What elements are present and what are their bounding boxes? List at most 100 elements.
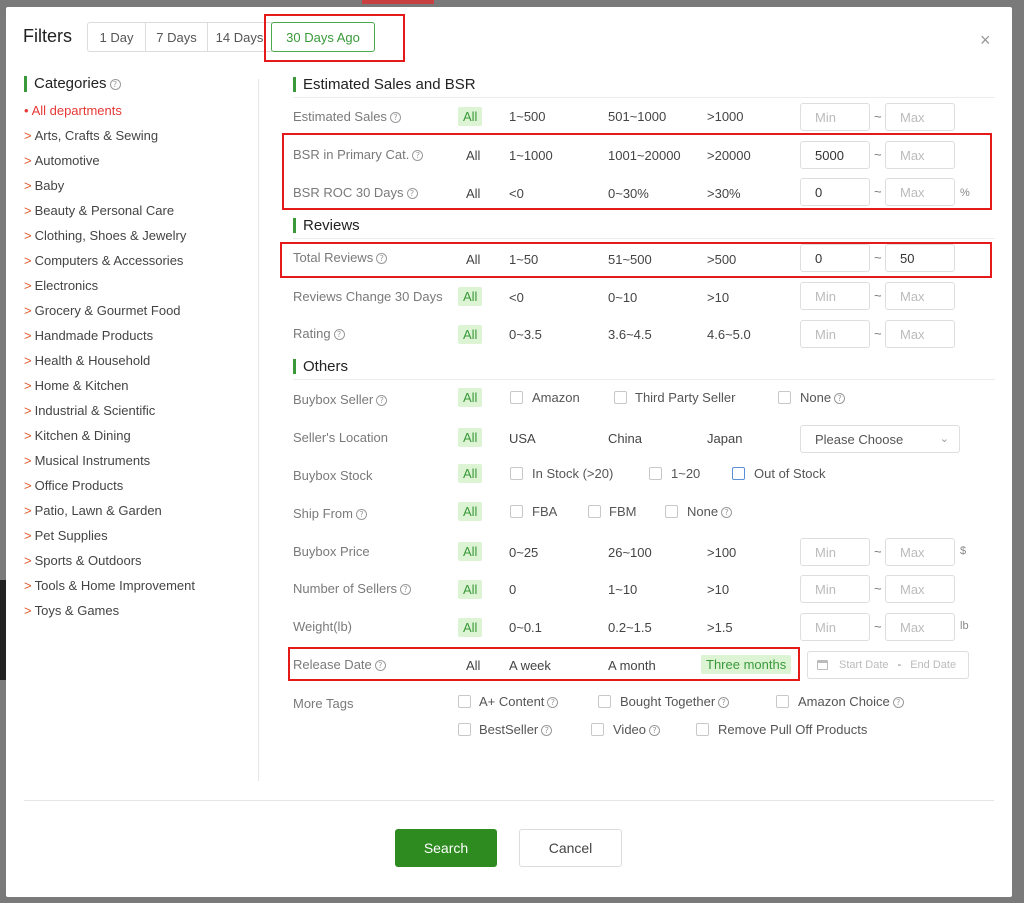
option-range[interactable]: 26~100 <box>608 545 652 560</box>
category-item[interactable]: > Kitchen & Dining <box>24 426 195 451</box>
checkbox-label[interactable]: Out of Stock <box>754 466 826 481</box>
option-range[interactable]: 1~10 <box>608 582 637 597</box>
category-item[interactable]: > Pet Supplies <box>24 526 195 551</box>
option-range[interactable]: 0~30% <box>608 186 649 201</box>
option-range[interactable]: 51~500 <box>608 252 652 267</box>
option-all[interactable]: All <box>466 252 480 267</box>
option-range[interactable]: 1~500 <box>509 109 546 124</box>
checkbox-label[interactable]: Amazon <box>532 390 580 405</box>
bsr-primary-max-input[interactable]: Max <box>885 141 955 169</box>
option-range[interactable]: 1001~20000 <box>608 148 681 163</box>
checkbox-bestseller[interactable] <box>458 723 471 736</box>
category-item[interactable]: • All departments <box>24 101 195 126</box>
checkbox-label[interactable]: In Stock (>20) <box>532 466 613 481</box>
checkbox-1-20[interactable] <box>649 467 662 480</box>
weight-max-input[interactable]: Max <box>885 613 955 641</box>
range-30-days-ago[interactable]: 30 Days Ago <box>271 22 375 52</box>
option-range[interactable]: 0~3.5 <box>509 327 542 342</box>
checkbox-label[interactable]: FBA <box>532 504 557 519</box>
option-range[interactable]: 3.6~4.5 <box>608 327 652 342</box>
checkbox-fba[interactable] <box>510 505 523 518</box>
total-reviews-min-input[interactable]: 0 <box>800 244 870 272</box>
option-range[interactable]: >20000 <box>707 148 751 163</box>
checkbox-label[interactable]: Amazon Choice? <box>798 694 904 709</box>
checkbox-ship-none[interactable] <box>665 505 678 518</box>
option-range[interactable]: 0.2~1.5 <box>608 620 652 635</box>
category-item[interactable]: > Beauty & Personal Care <box>24 201 195 226</box>
option-range[interactable]: <0 <box>509 186 524 201</box>
option-all[interactable]: All <box>458 464 483 483</box>
range-1-day[interactable]: 1 Day <box>87 22 146 52</box>
option-range[interactable]: 0 <box>509 582 516 597</box>
checkbox-none[interactable] <box>778 391 791 404</box>
option-location[interactable]: USA <box>509 431 536 446</box>
checkbox-label[interactable]: A+ Content? <box>479 694 559 709</box>
option-period[interactable]: A week <box>509 658 551 673</box>
option-all[interactable]: All <box>458 428 483 447</box>
weight-min-input[interactable]: Min <box>800 613 870 641</box>
option-range[interactable]: >10 <box>707 582 729 597</box>
checkbox-label[interactable]: Remove Pull Off Products <box>718 722 867 737</box>
bsr-roc-max-input[interactable]: Max <box>885 178 955 206</box>
bsr-roc-min-input[interactable]: 0 <box>800 178 870 206</box>
category-item[interactable]: > Patio, Lawn & Garden <box>24 501 195 526</box>
category-item[interactable]: > Office Products <box>24 476 195 501</box>
total-reviews-max-input[interactable]: 50 <box>885 244 955 272</box>
option-all[interactable]: All <box>458 580 483 599</box>
option-range[interactable]: 4.6~5.0 <box>707 327 751 342</box>
option-range[interactable]: 0~0.1 <box>509 620 542 635</box>
category-item[interactable]: > Toys & Games <box>24 601 195 626</box>
category-item[interactable]: > Grocery & Gourmet Food <box>24 301 195 326</box>
option-range[interactable]: 501~1000 <box>608 109 666 124</box>
checkbox-label[interactable]: None? <box>800 390 846 405</box>
option-range[interactable]: 0~10 <box>608 290 637 305</box>
checkbox-label[interactable]: BestSeller? <box>479 722 553 737</box>
checkbox-amazon-choice[interactable] <box>776 695 789 708</box>
num-sellers-max-input[interactable]: Max <box>885 575 955 603</box>
search-button[interactable]: Search <box>395 829 497 867</box>
option-range[interactable]: 1~50 <box>509 252 538 267</box>
est-sales-max-input[interactable]: Max <box>885 103 955 131</box>
option-location[interactable]: Japan <box>707 431 742 446</box>
bsr-primary-min-input[interactable]: 5000 <box>800 141 870 169</box>
range-7-days[interactable]: 7 Days <box>145 22 208 52</box>
option-all[interactable]: All <box>458 618 483 637</box>
category-item[interactable]: > Automotive <box>24 151 195 176</box>
rating-min-input[interactable]: Min <box>800 320 870 348</box>
category-item[interactable]: > Musical Instruments <box>24 451 195 476</box>
rating-max-input[interactable]: Max <box>885 320 955 348</box>
category-item[interactable]: > Baby <box>24 176 195 201</box>
checkbox-label[interactable]: Third Party Seller <box>635 390 735 405</box>
release-date-range-picker[interactable]: Start Date - End Date <box>807 651 969 679</box>
category-item[interactable]: > Health & Household <box>24 351 195 376</box>
category-item[interactable]: > Arts, Crafts & Sewing <box>24 126 195 151</box>
option-all[interactable]: All <box>458 325 483 344</box>
checkbox-in-stock[interactable] <box>510 467 523 480</box>
checkbox-remove-pull-off[interactable] <box>696 723 709 736</box>
checkbox-out-of-stock[interactable] <box>732 467 745 480</box>
option-all[interactable]: All <box>458 502 483 521</box>
option-range[interactable]: 1~1000 <box>509 148 553 163</box>
option-all[interactable]: All <box>458 542 483 561</box>
checkbox-amazon[interactable] <box>510 391 523 404</box>
reviews-change-max-input[interactable]: Max <box>885 282 955 310</box>
category-item[interactable]: > Home & Kitchen <box>24 376 195 401</box>
option-location[interactable]: China <box>608 431 642 446</box>
checkbox-label[interactable]: None? <box>687 504 733 519</box>
end-date-input[interactable]: End Date <box>910 659 956 671</box>
checkbox-bought-together[interactable] <box>598 695 611 708</box>
option-all[interactable]: All <box>466 148 480 163</box>
option-all[interactable]: All <box>466 658 480 673</box>
checkbox-label[interactable]: Video? <box>613 722 661 737</box>
num-sellers-min-input[interactable]: Min <box>800 575 870 603</box>
checkbox-a-plus[interactable] <box>458 695 471 708</box>
category-item[interactable]: > Handmade Products <box>24 326 195 351</box>
option-all[interactable]: All <box>458 388 483 407</box>
option-range[interactable]: <0 <box>509 290 524 305</box>
category-item[interactable]: > Tools & Home Improvement <box>24 576 195 601</box>
reviews-change-min-input[interactable]: Min <box>800 282 870 310</box>
start-date-input[interactable]: Start Date <box>839 659 889 671</box>
buybox-price-min-input[interactable]: Min <box>800 538 870 566</box>
option-range[interactable]: >1.5 <box>707 620 733 635</box>
option-period[interactable]: Three months <box>701 655 792 674</box>
